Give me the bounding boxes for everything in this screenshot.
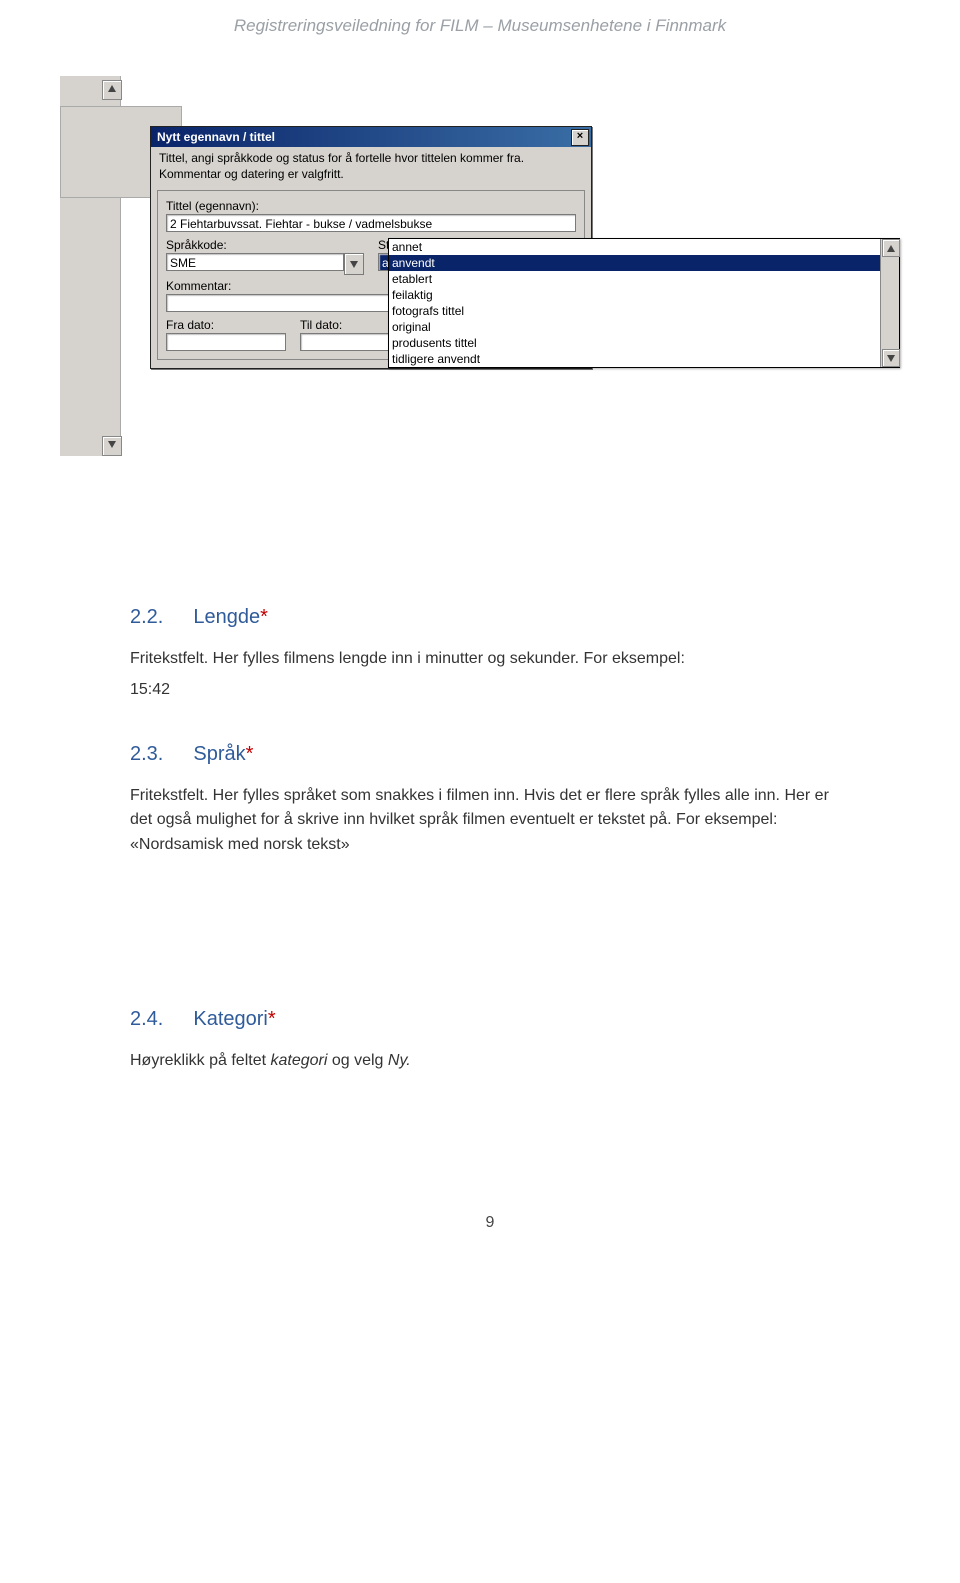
dialog-title: Nytt egennavn / tittel <box>157 130 275 144</box>
para-2-4: Høyreklikk på feltet kategori og velg Ny… <box>130 1049 850 1074</box>
dropdown-item[interactable]: etablert <box>389 271 899 287</box>
heading-2-3: 2.3. Språk* <box>130 743 850 766</box>
heading-2-4: 2.4. Kategori* <box>130 1008 850 1031</box>
list-scroll-up[interactable] <box>882 239 900 257</box>
scroll-down-button[interactable] <box>102 436 122 456</box>
dialog-desc-line1: Tittel, angi språkkode og status for å f… <box>159 151 583 167</box>
heading-star: * <box>268 1008 276 1030</box>
list-scrollbar[interactable] <box>880 239 899 367</box>
input-kommentar[interactable] <box>166 294 412 312</box>
heading-num: 2.3. <box>130 743 163 765</box>
heading-num: 2.2. <box>130 606 163 628</box>
heading-num: 2.4. <box>130 1008 163 1030</box>
screenshot-area: Nytt egennavn / tittel × Tittel, angi sp… <box>60 76 910 486</box>
document-body: 2.2.Lengde* Fritekstfelt. Her fylles fil… <box>130 606 850 1232</box>
input-tittel[interactable]: 2 Fiehtarbuvssat. Fiehtar - bukse / vadm… <box>166 214 576 232</box>
para-2-4-d: Ny. <box>388 1052 411 1069</box>
list-scroll-down[interactable] <box>882 349 900 367</box>
heading-title: Språk <box>193 743 245 765</box>
heading-title: Lengde <box>193 606 260 628</box>
label-tittel: Tittel (egennavn): <box>166 199 576 213</box>
dialog-titlebar[interactable]: Nytt egennavn / tittel × <box>151 127 591 147</box>
page-header: Registreringsveiledning for FILM – Museu… <box>0 0 960 76</box>
dropdown-button-sprakkode[interactable] <box>344 253 364 275</box>
input-fra[interactable] <box>166 333 286 351</box>
heading-2-2: 2.2. Lengde* <box>130 606 850 629</box>
label-sprakkode: Språkkode: <box>166 238 364 252</box>
heading-star: * <box>246 743 254 765</box>
para-2-4-a: Høyreklikk på feltet <box>130 1052 270 1069</box>
dropdown-item[interactable]: original <box>389 319 899 335</box>
dropdown-item[interactable]: anvendt <box>389 255 899 271</box>
dialog-description: Tittel, angi språkkode og status for å f… <box>151 147 591 190</box>
dropdown-item[interactable]: fotografs tittel <box>389 303 899 319</box>
scroll-up-button[interactable] <box>102 80 122 100</box>
dialog-desc-line2: Kommentar og datering er valgfritt. <box>159 167 583 183</box>
dropdown-item[interactable]: produsents tittel <box>389 335 899 351</box>
status-dropdown-list[interactable]: annetanvendtetablertfeilaktigfotografs t… <box>388 238 900 368</box>
dropdown-item[interactable]: annet <box>389 239 899 255</box>
para-2-2-a: Fritekstfelt. Her fylles filmens lengde … <box>130 647 850 672</box>
para-2-4-c: og velg <box>327 1052 387 1069</box>
para-2-3: Fritekstfelt. Her fylles språket som sna… <box>130 784 850 858</box>
page-number: 9 <box>130 1214 850 1232</box>
combo-sprakkode[interactable]: SME <box>166 253 364 275</box>
dropdown-item[interactable]: feilaktig <box>389 287 899 303</box>
input-sprakkode[interactable]: SME <box>166 253 344 271</box>
heading-star: * <box>260 606 268 628</box>
label-fra: Fra dato: <box>166 318 286 332</box>
para-2-2-b: 15:42 <box>130 678 850 703</box>
close-button[interactable]: × <box>571 129 589 146</box>
heading-title: Kategori <box>193 1008 268 1030</box>
para-2-4-b: kategori <box>270 1052 327 1069</box>
dropdown-item[interactable]: tidligere anvendt <box>389 351 899 367</box>
